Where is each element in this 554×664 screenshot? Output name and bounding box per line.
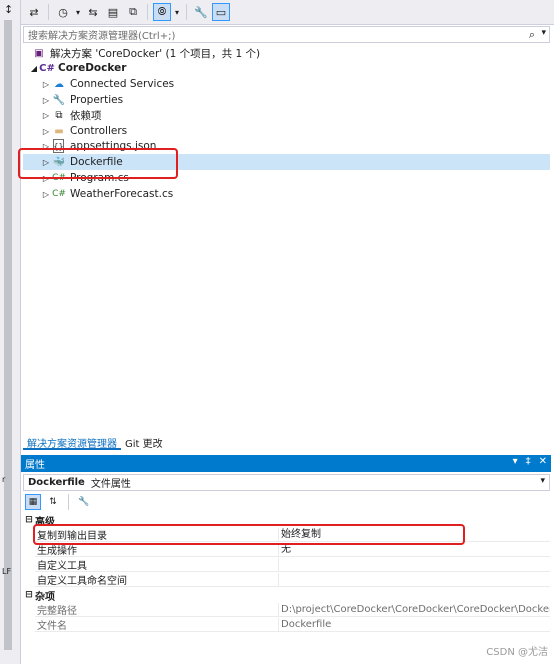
- category-misc[interactable]: ⊟ 杂项: [23, 588, 550, 603]
- folder-icon: ▬: [54, 125, 64, 137]
- property-name: 完整路径: [37, 606, 77, 617]
- back-forward-icon[interactable]: ⇆: [84, 3, 102, 21]
- property-value[interactable]: [278, 557, 550, 572]
- collapsed-arrow-icon[interactable]: ▷: [41, 127, 51, 136]
- csharp-project-icon: C#: [39, 62, 55, 74]
- collapse-icon[interactable]: ⊟: [23, 515, 35, 525]
- toolbar-separator: [186, 4, 187, 20]
- toolbar-separator: [48, 4, 49, 20]
- collapse-icon[interactable]: ⊟: [23, 590, 35, 600]
- property-name: 文件名: [37, 621, 67, 632]
- properties-title: 属性: [25, 460, 45, 471]
- watermark: CSDN @尤洁: [486, 647, 548, 658]
- tree-item-dependencies[interactable]: ▷ ⧉ 依赖项: [23, 107, 550, 123]
- tree-item-label: Controllers: [70, 125, 128, 137]
- wrench-icon: 🔧: [52, 94, 66, 106]
- tab-git-changes[interactable]: Git 更改: [121, 433, 167, 450]
- property-value[interactable]: Dockerfile: [278, 617, 550, 632]
- solution-explorer-toolbar: ⇄ ◷ ▾ ⇆ ▤ ⧉ ⦾ ▾ 🔧 ▭: [21, 0, 554, 25]
- object-type: 文件属性: [90, 479, 131, 490]
- property-value[interactable]: D:\project\CoreDocker\CoreDocker\CoreDoc…: [278, 602, 550, 617]
- collapsed-arrow-icon[interactable]: ▷: [41, 96, 51, 105]
- tree-project-node[interactable]: ◢ C# CoreDocker: [23, 60, 550, 76]
- tree-item-label: Connected Services: [70, 78, 175, 90]
- chevron-down-icon[interactable]: ▾: [74, 3, 82, 21]
- explorer-tabs: 解决方案资源管理器 Git 更改: [23, 431, 550, 450]
- toolbar-separator: [68, 494, 69, 510]
- tree-item-label: CoreDocker: [58, 62, 127, 74]
- tree-solution-node[interactable]: ▣ 解决方案 'CoreDocker' (1 个项目，共 1 个): [23, 45, 550, 61]
- property-row[interactable]: 自定义工具命名空间: [35, 572, 550, 587]
- properties-toolbar: ▦ ⇅ 🔧: [23, 493, 550, 511]
- object-selector[interactable]: Dockerfile 文件属性 ▾: [23, 474, 550, 491]
- tree-item-properties[interactable]: ▷ 🔧 Properties: [23, 92, 550, 108]
- solution-tree: ▣ 解决方案 'CoreDocker' (1 个项目，共 1 个) ◢ C# C…: [23, 45, 550, 430]
- window-menu-icon[interactable]: ▾: [513, 456, 518, 467]
- expanded-arrow-icon[interactable]: ◢: [29, 64, 39, 73]
- collapsed-arrow-icon[interactable]: ▷: [41, 111, 51, 120]
- chevron-down-icon[interactable]: ▾: [540, 476, 545, 486]
- object-name: Dockerfile: [28, 477, 85, 488]
- property-row[interactable]: 文件名 Dockerfile: [35, 617, 550, 632]
- wrench-icon[interactable]: 🔧: [192, 3, 210, 21]
- dependencies-icon: ⧉: [55, 109, 63, 121]
- chevron-down-icon[interactable]: ▾: [173, 3, 181, 21]
- tree-item-connected-services[interactable]: ▷ ☁ Connected Services: [23, 76, 550, 92]
- split-icon[interactable]: ↕: [4, 3, 13, 16]
- solution-icon: ▣: [34, 47, 44, 59]
- property-name: 自定义工具: [37, 561, 87, 572]
- categorized-icon[interactable]: ▦: [25, 494, 41, 510]
- alphabetical-icon[interactable]: ⇅: [45, 494, 61, 510]
- property-pages-icon[interactable]: 🔧: [76, 494, 92, 510]
- tree-item-label: Properties: [70, 94, 124, 106]
- sync-icon[interactable]: ⇄: [25, 3, 43, 21]
- collapsed-arrow-icon[interactable]: ▷: [41, 190, 51, 199]
- strip-label: r: [2, 475, 6, 484]
- highlight-box: [33, 524, 465, 545]
- csharp-file-icon: C#: [52, 189, 66, 199]
- search-input[interactable]: 搜索解决方案资源管理器(Ctrl+;) ⌕ ▾: [23, 26, 550, 43]
- tree-item-label: 解决方案 'CoreDocker' (1 个项目，共 1 个): [50, 47, 261, 60]
- preview-icon[interactable]: ▭: [212, 3, 230, 21]
- history-icon[interactable]: ◷: [54, 3, 72, 21]
- search-icon[interactable]: ⌕: [529, 28, 535, 42]
- property-row[interactable]: 完整路径 D:\project\CoreDocker\CoreDocker\Co…: [35, 602, 550, 617]
- cloud-icon: ☁: [54, 78, 64, 90]
- tree-item-weatherforecast[interactable]: ▷ C# WeatherForecast.cs: [23, 186, 550, 202]
- collapsed-arrow-icon[interactable]: ▷: [41, 80, 51, 89]
- copy-icon[interactable]: ⧉: [124, 3, 142, 21]
- property-row[interactable]: 自定义工具: [35, 557, 550, 572]
- tree-item-label: 依赖项: [70, 109, 102, 122]
- category-label: 杂项: [35, 591, 55, 603]
- properties-title-bar: 属性 ▾ ‡ ✕: [21, 455, 551, 472]
- chevron-down-icon[interactable]: ▾: [541, 28, 546, 38]
- highlight-box: [18, 148, 178, 179]
- vertical-scrollbar[interactable]: [4, 20, 12, 650]
- search-placeholder: 搜索解决方案资源管理器(Ctrl+;): [28, 31, 176, 42]
- left-panel-strip: ↕ r LF: [0, 0, 21, 664]
- collapse-all-icon[interactable]: ▤: [104, 3, 122, 21]
- property-value[interactable]: [278, 572, 550, 587]
- close-icon[interactable]: ✕: [539, 456, 547, 467]
- pin-icon[interactable]: ‡: [526, 456, 531, 467]
- scope-icon[interactable]: ⦾: [153, 3, 171, 21]
- toolbar-separator: [147, 4, 148, 20]
- property-name: 自定义工具命名空间: [37, 576, 127, 587]
- tree-item-label: WeatherForecast.cs: [70, 188, 174, 200]
- property-row[interactable]: 生成操作 无: [35, 542, 550, 557]
- strip-label: LF: [2, 567, 12, 576]
- tree-item-controllers[interactable]: ▷ ▬ Controllers: [23, 123, 550, 139]
- tab-solution-explorer[interactable]: 解决方案资源管理器: [23, 433, 121, 450]
